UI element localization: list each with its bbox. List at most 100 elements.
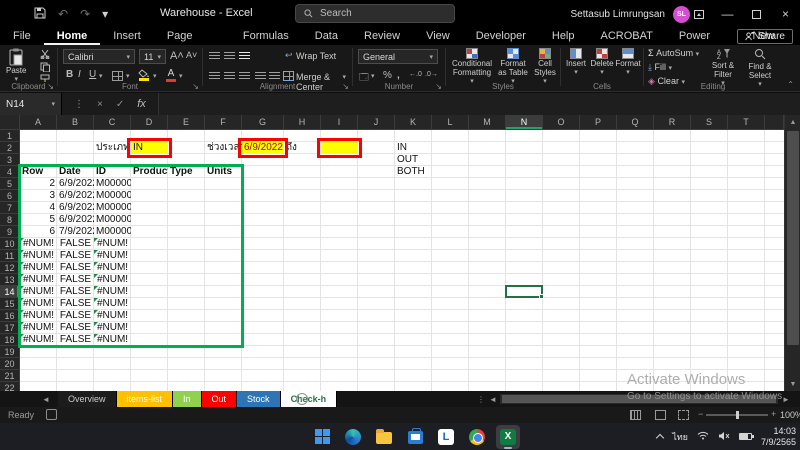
scroll-down-icon[interactable]: ▼: [785, 377, 800, 391]
taskbar-app-line-app[interactable]: L: [434, 425, 458, 449]
accounting-dropdown-icon[interactable]: ▾: [371, 72, 375, 80]
taskbar-app-start[interactable]: [310, 425, 334, 449]
column-header-S[interactable]: S: [691, 115, 728, 130]
scroll-up-icon[interactable]: ▲: [785, 115, 800, 129]
underline-button[interactable]: U: [89, 69, 96, 80]
row-header-6[interactable]: 6: [0, 190, 20, 202]
horizontal-scrollbar-thumb[interactable]: [502, 395, 776, 403]
column-header-L[interactable]: L: [432, 115, 469, 130]
zoom-out-icon[interactable]: −: [698, 409, 703, 419]
increase-decimal-icon[interactable]: ←.0: [409, 71, 422, 78]
sheet-tab-check-h[interactable]: Check-h: [281, 391, 338, 407]
fill-color-dropdown-icon[interactable]: ▾: [153, 72, 157, 80]
hscroll-right-icon[interactable]: ►: [782, 391, 790, 407]
row-header-1[interactable]: 1: [0, 130, 20, 142]
share-button[interactable]: Share: [737, 29, 793, 44]
sheet-tab-stock[interactable]: Stock: [237, 391, 281, 407]
ribbon-tab-help[interactable]: Help: [539, 28, 588, 45]
row-header-20[interactable]: 20: [0, 358, 20, 370]
row-header-10[interactable]: 10: [0, 238, 20, 250]
row-header-16[interactable]: 16: [0, 310, 20, 322]
ribbon-tab-acrobat[interactable]: ACROBAT: [588, 28, 666, 45]
borders-icon[interactable]: [112, 71, 123, 81]
page-layout-view-icon[interactable]: [655, 410, 666, 420]
minimize-icon[interactable]: —: [713, 0, 742, 28]
merge-center-dropdown-icon[interactable]: ▾: [342, 73, 346, 81]
row-header-12[interactable]: 12: [0, 262, 20, 274]
taskbar-app-store[interactable]: [403, 425, 427, 449]
align-center-icon[interactable]: [224, 72, 235, 80]
percent-style-icon[interactable]: %: [383, 70, 392, 81]
hscroll-left-icon[interactable]: ◄: [489, 391, 497, 407]
decrease-decimal-icon[interactable]: .0→: [425, 71, 438, 78]
ribbon-tab-developer[interactable]: Developer: [463, 28, 539, 45]
increase-font-icon[interactable]: A˄: [170, 50, 184, 62]
decrease-font-icon[interactable]: A˅: [186, 50, 197, 60]
row-header-11[interactable]: 11: [0, 250, 20, 262]
format-as-table-button[interactable]: Format as Table▾: [496, 48, 530, 86]
number-format-select[interactable]: General▾: [358, 49, 438, 64]
insert-cells-button[interactable]: Insert▾: [564, 48, 588, 77]
underline-dropdown-icon[interactable]: ▾: [99, 72, 103, 80]
column-header-N[interactable]: N: [506, 115, 543, 130]
battery-icon[interactable]: [739, 433, 752, 440]
ribbon-tab-page-layout[interactable]: Page Layout: [154, 28, 230, 45]
align-bottom-icon[interactable]: [239, 52, 250, 60]
confirm-entry-icon[interactable]: ✓: [116, 99, 124, 110]
row-header-19[interactable]: 19: [0, 346, 20, 358]
name-box-dropdown-icon[interactable]: ▾: [51, 100, 55, 108]
restore-icon[interactable]: [742, 0, 771, 28]
column-header-E[interactable]: E: [168, 115, 205, 130]
column-header-D[interactable]: D: [131, 115, 168, 130]
row-header-14[interactable]: 14: [0, 286, 20, 298]
sheet-nav-left-icon[interactable]: ◄: [42, 391, 50, 407]
autosum-button[interactable]: Σ AutoSum ▾: [648, 48, 699, 58]
vertical-scrollbar-thumb[interactable]: [787, 131, 799, 345]
column-header-H[interactable]: H: [284, 115, 321, 130]
comma-style-icon[interactable]: ,: [397, 70, 400, 81]
fill-color-icon[interactable]: [138, 69, 150, 81]
ribbon-tab-power-pivot[interactable]: Power Pivot: [666, 28, 740, 45]
tray-chevron-up-icon[interactable]: [656, 434, 664, 442]
font-color-icon[interactable]: A: [165, 68, 177, 82]
vertical-scrollbar[interactable]: ▲ ▼: [784, 115, 800, 391]
row-header-15[interactable]: 15: [0, 298, 20, 310]
italic-button[interactable]: I: [78, 69, 81, 80]
ribbon-tab-review[interactable]: Review: [351, 28, 413, 45]
column-header-M[interactable]: M: [469, 115, 506, 130]
column-header-C[interactable]: C: [94, 115, 131, 130]
increase-indent-icon[interactable]: [269, 72, 280, 80]
conditional-formatting-button[interactable]: Conditional Formatting▾: [450, 48, 494, 86]
wrap-text-icon[interactable]: ↩: [285, 50, 293, 61]
taskbar-app-chrome[interactable]: [465, 425, 489, 449]
row-header-2[interactable]: 2: [0, 142, 20, 154]
row-header-21[interactable]: 21: [0, 370, 20, 382]
copy-icon[interactable]: [40, 62, 50, 72]
cut-icon[interactable]: [40, 49, 50, 59]
wrap-text-label[interactable]: Wrap Text: [296, 51, 336, 61]
fill-button[interactable]: ⤓ Fill ▾: [648, 62, 672, 73]
column-header-R[interactable]: R: [654, 115, 691, 130]
sheet-tab-out[interactable]: Out: [202, 391, 238, 407]
zoom-in-icon[interactable]: +: [771, 409, 776, 419]
user-account[interactable]: Settasub Limrungsan SL: [570, 0, 690, 28]
undo-icon[interactable]: ↶: [58, 7, 68, 21]
ribbon-tab-file[interactable]: File: [0, 28, 44, 45]
volume-muted-icon[interactable]: [718, 431, 730, 443]
cell-styles-button[interactable]: Cell Styles▾: [532, 48, 558, 86]
column-header-O[interactable]: O: [543, 115, 580, 130]
cancel-entry-icon[interactable]: ×: [97, 99, 103, 110]
accessibility-checker-icon[interactable]: [46, 409, 57, 420]
search-input[interactable]: Search: [295, 4, 455, 23]
ribbon-tab-view[interactable]: View: [413, 28, 463, 45]
font-size-select[interactable]: 11▾: [139, 49, 166, 64]
column-header-T[interactable]: T: [728, 115, 765, 130]
column-header-A[interactable]: A: [20, 115, 57, 130]
column-header-J[interactable]: J: [358, 115, 395, 130]
decrease-indent-icon[interactable]: [255, 72, 266, 80]
paste-button[interactable]: Paste ▾: [6, 48, 26, 84]
ribbon-tab-insert[interactable]: Insert: [100, 28, 154, 45]
insert-function-icon[interactable]: fx: [137, 98, 146, 110]
sheet-tab-overview[interactable]: Overview: [58, 391, 117, 407]
row-header-18[interactable]: 18: [0, 334, 20, 346]
